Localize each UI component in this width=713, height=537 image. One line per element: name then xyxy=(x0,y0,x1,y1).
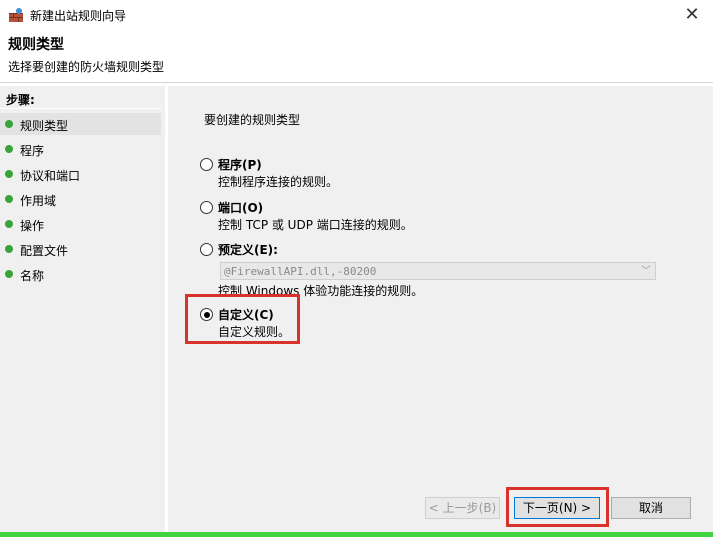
close-icon: ✕ xyxy=(684,4,700,25)
predefined-select[interactable]: @FirewallAPI.dll,-80200 ﹀ xyxy=(220,262,656,280)
wizard-header: 规则类型 选择要创建的防火墙规则类型 xyxy=(0,30,713,82)
step-dot-icon xyxy=(5,195,13,203)
step-dot-icon xyxy=(5,170,13,178)
step-label: 程序 xyxy=(20,144,45,158)
step-program[interactable]: 程序 xyxy=(0,138,161,160)
cancel-button[interactable]: 取消 xyxy=(611,497,691,519)
step-label: 配置文件 xyxy=(20,244,69,258)
window-title: 新建出站规则向导 xyxy=(30,9,127,23)
radio-custom[interactable] xyxy=(200,308,213,321)
step-scope[interactable]: 作用域 xyxy=(0,188,161,210)
header-divider xyxy=(0,82,713,83)
rule-type-question: 要创建的规则类型 xyxy=(204,113,301,127)
chevron-down-icon: ﹀ xyxy=(641,266,651,277)
option-description: 控制程序连接的规则。 xyxy=(218,175,339,189)
close-button[interactable]: ✕ xyxy=(679,3,705,27)
option-description: 自定义规则。 xyxy=(218,325,291,339)
back-button[interactable]: < 上一步(B) xyxy=(425,497,500,519)
firewall-icon xyxy=(9,8,23,22)
main-panel: 要创建的规则类型 程序(P) 控制程序连接的规则。 端口(O) 控制 TCP 或… xyxy=(168,86,713,532)
option-title: 预定义(E): xyxy=(218,243,278,257)
step-label: 名称 xyxy=(20,269,45,283)
step-label: 协议和端口 xyxy=(20,169,81,183)
step-dot-icon xyxy=(5,245,13,253)
step-label: 规则类型 xyxy=(20,119,69,133)
step-action[interactable]: 操作 xyxy=(0,213,161,235)
step-dot-icon xyxy=(5,120,13,128)
step-dot-icon xyxy=(5,270,13,278)
title-bar: 新建出站规则向导 ✕ xyxy=(0,0,713,30)
predefined-select-value: @FirewallAPI.dll,-80200 xyxy=(224,265,377,278)
radio-port[interactable] xyxy=(200,201,213,214)
page-subtitle: 选择要创建的防火墙规则类型 xyxy=(8,60,165,74)
option-title: 自定义(C) xyxy=(218,308,274,322)
option-title: 程序(P) xyxy=(218,158,262,172)
next-button[interactable]: 下一页(N) > xyxy=(514,497,600,519)
step-label: 作用域 xyxy=(20,194,57,208)
radio-predefined[interactable] xyxy=(200,243,213,256)
step-name[interactable]: 名称 xyxy=(0,263,161,285)
steps-label: 步骤: xyxy=(6,93,35,107)
steps-sidebar: 步骤: 规则类型 程序 协议和端口 作用域 操作 配置文件 名称 xyxy=(0,86,165,532)
step-dot-icon xyxy=(5,145,13,153)
radio-program[interactable] xyxy=(200,158,213,171)
step-dot-icon xyxy=(5,220,13,228)
bottom-accent-line xyxy=(0,532,713,537)
step-protocol-ports[interactable]: 协议和端口 xyxy=(0,163,161,185)
step-profile[interactable]: 配置文件 xyxy=(0,238,161,260)
step-rule-type[interactable]: 规则类型 xyxy=(0,113,161,135)
option-description: 控制 TCP 或 UDP 端口连接的规则。 xyxy=(218,218,413,232)
option-title: 端口(O) xyxy=(218,201,264,215)
step-label: 操作 xyxy=(20,219,45,233)
page-title: 规则类型 xyxy=(8,37,64,53)
steps-divider xyxy=(0,108,161,109)
